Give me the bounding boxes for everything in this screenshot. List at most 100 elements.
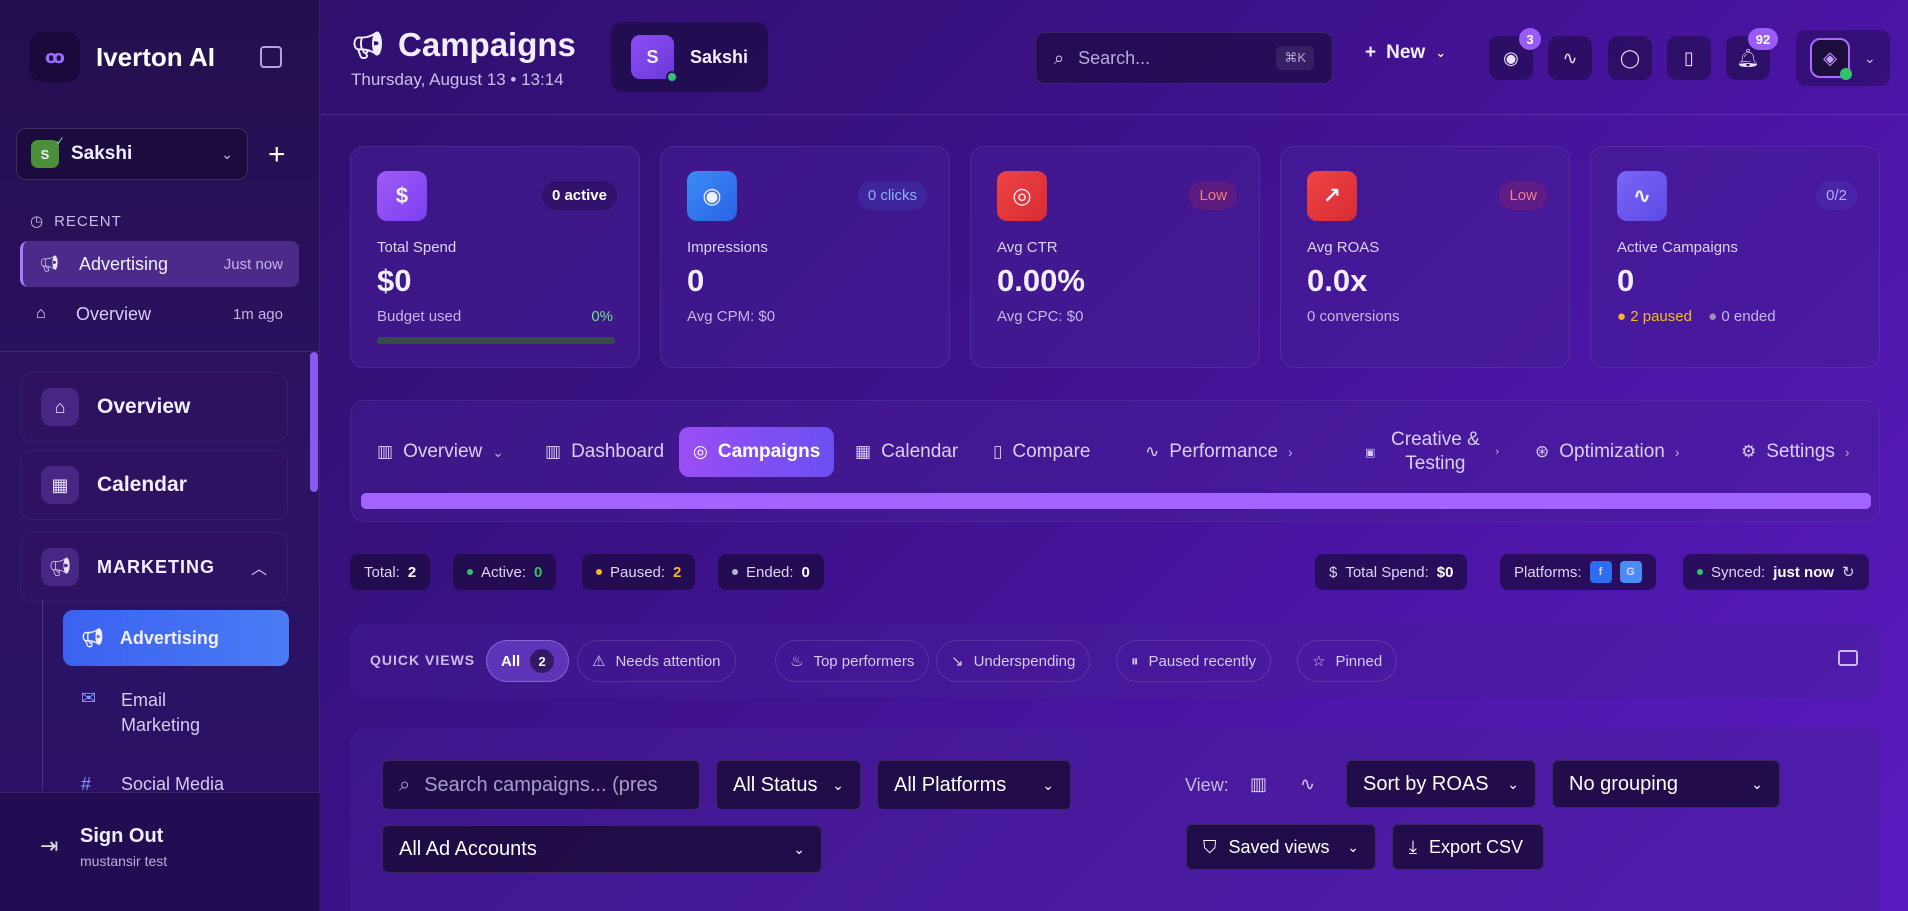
brain-icon: ⊛ [1535, 442, 1550, 461]
campaign-search-input[interactable]: ⌕ Search campaigns... (pres [382, 760, 700, 810]
ad-accounts-select[interactable]: All Ad Accounts ⌄ [382, 825, 822, 873]
chevron-right-icon: › [1495, 446, 1500, 458]
export-csv-label: Export CSV [1428, 836, 1524, 857]
tab-optimization[interactable]: ⊛ Optimization › [1521, 427, 1694, 477]
workspace-selector[interactable]: S ✓ Sakshi ⌄ [16, 128, 248, 180]
plus-icon: + [1365, 42, 1377, 63]
export-csv-button[interactable]: ⤓ Export CSV [1392, 824, 1544, 870]
keyboard-icon[interactable] [1838, 650, 1858, 666]
sidebar-item-calendar[interactable]: ▦ Calendar [20, 450, 288, 520]
sidebar-subitem-advertising[interactable]: 📢︎ Advertising [63, 610, 289, 666]
brand-logo-icon: ꝏ [30, 32, 80, 82]
stat-card-avg-roas: ↗ Low Avg ROAS 0.0x 0 conversions [1280, 146, 1570, 368]
recent-item-overview[interactable]: ⌂ Overview 1m ago [20, 291, 299, 337]
tab-creative-testing[interactable]: ▣ Creative & Testing › [1351, 422, 1513, 482]
stat-value: $0 [377, 263, 412, 298]
sidebar-scrollbar[interactable] [310, 352, 318, 492]
document-icon: ▯ [1684, 47, 1694, 68]
megaphone-icon: 📢︎ [41, 548, 79, 586]
stat-value: 0 [1617, 263, 1635, 298]
stat-label: Avg CTR [997, 239, 1058, 256]
sidebar-subitem-email-marketing[interactable]: ✉ Email Marketing [63, 688, 289, 738]
search-icon: ⌕ [1054, 47, 1065, 68]
quick-view-paused-recently[interactable]: ⏸ Paused recently [1116, 640, 1272, 682]
brand-name: Iverton AI [96, 41, 215, 72]
sidebar-item-overview[interactable]: ⌂ Overview [20, 372, 288, 442]
tab-performance[interactable]: ∿ Performance › [1131, 427, 1307, 477]
trending-up-icon: ↗ [1307, 171, 1357, 221]
tab-calendar[interactable]: ▦ Calendar [841, 427, 972, 477]
global-search-input[interactable]: ⌕ Search... ⌘K [1035, 32, 1333, 84]
image-icon: ▣ [1365, 446, 1376, 459]
pause-circle-icon: ⏸ [1131, 652, 1139, 670]
calendar-icon: ▦ [41, 466, 79, 504]
tab-campaigns[interactable]: ◎ Campaigns [679, 427, 835, 477]
sign-out-label: Sign Out [80, 825, 164, 847]
user-chip[interactable]: S Sakshi [611, 22, 768, 92]
chevron-down-icon: ⌄ [1751, 775, 1763, 792]
tab-overview[interactable]: ▥ Overview ⌄ [363, 427, 518, 477]
quick-view-underspending[interactable]: ↘ Underspending [936, 640, 1091, 682]
search-icon: ⌕ [399, 773, 411, 796]
avatar-initial: S [646, 46, 659, 67]
collapse-sidebar-icon[interactable] [260, 46, 282, 68]
chevron-right-icon: › [1288, 444, 1293, 460]
messages-button[interactable]: ◯ [1608, 36, 1652, 80]
brand[interactable]: ꝏ Iverton AI [30, 32, 215, 82]
quick-view-top-performers[interactable]: ♨ Top performers [775, 640, 930, 682]
recent-item-advertising[interactable]: 📢︎ Advertising Just now [20, 241, 299, 287]
summary-active-label: Active: [481, 563, 527, 581]
search-shortcut: ⌘K [1276, 46, 1314, 70]
grouping-select[interactable]: No grouping ⌄ [1552, 760, 1780, 808]
tab-settings[interactable]: ⚙ Settings › [1727, 427, 1864, 477]
dollar-icon: $ [1329, 563, 1338, 581]
status-select[interactable]: All Status ⌄ [716, 760, 861, 810]
trending-down-icon: ↘ [951, 653, 964, 670]
tab-compare[interactable]: ▯ Compare [979, 427, 1105, 477]
profile-menu[interactable]: ◈ ⌄ [1796, 30, 1890, 86]
sidebar-subitem-label: Advertising [119, 627, 219, 648]
recent-heading-label: RECENT [54, 212, 122, 230]
bar-chart-icon[interactable]: ▥ [1250, 774, 1267, 795]
stat-label: Active Campaigns [1617, 239, 1738, 256]
search-placeholder: Search... [1078, 47, 1151, 68]
chevron-up-icon: ︿ [250, 561, 267, 578]
summary-ended-value: 0 [801, 563, 810, 581]
workspace-name: Sakshi [71, 143, 133, 164]
sidebar-divider [0, 351, 320, 352]
add-workspace-button[interactable]: + [268, 138, 286, 172]
quick-views: QUICK VIEWS All 2 ⚠ Needs attention ♨ To… [350, 624, 1880, 698]
grouping-select-value: No grouping [1569, 772, 1678, 795]
chevron-down-icon: ⌄ [221, 145, 233, 162]
summary-paused-value: 2 [673, 563, 682, 581]
gear-icon: ⚙ [1741, 442, 1757, 461]
tabs-scrollbar[interactable] [361, 493, 1871, 509]
refresh-icon[interactable]: ↻ [1842, 563, 1855, 581]
new-button[interactable]: + New ⌄ [1365, 42, 1446, 64]
notifications-button[interactable]: 🔔︎ 92 [1726, 28, 1778, 80]
summary-spend-value: $0 [1436, 563, 1454, 581]
signed-in-user: mustansir test [80, 853, 168, 869]
activity-button[interactable]: ∿ [1548, 36, 1592, 80]
documents-button[interactable]: ▯ [1667, 36, 1711, 80]
sign-out-button[interactable]: ⇥ Sign Out mustansir test [0, 792, 320, 911]
ai-assistant-button[interactable]: ◉ 3 [1489, 28, 1541, 80]
sidebar-section-marketing[interactable]: 📢︎ MARKETING ︿ [20, 532, 288, 602]
quick-view-needs-attention[interactable]: ⚠ Needs attention [577, 640, 736, 682]
sort-select[interactable]: Sort by ROAS ⌄ [1346, 760, 1536, 808]
verified-check-icon: ✓ [54, 134, 65, 148]
tab-dashboard[interactable]: ▥ Dashboard [531, 427, 678, 477]
status-select-value: All Status [733, 773, 818, 796]
chevron-right-icon: › [1844, 444, 1850, 460]
platforms-select[interactable]: All Platforms ⌄ [877, 760, 1071, 810]
saved-views-button[interactable]: ⛉ Saved views ⌄ [1186, 824, 1376, 870]
budget-percent: 0% [591, 308, 613, 325]
budget-progress-bar [377, 337, 615, 344]
stat-pill: 0/2 [1816, 181, 1857, 210]
tab-label: Dashboard [571, 441, 665, 462]
quick-view-all[interactable]: All 2 [486, 640, 570, 682]
summary-synced[interactable]: Synced: just now ↻ [1683, 554, 1869, 590]
activity-icon[interactable]: ∿ [1300, 774, 1315, 795]
eye-icon: ◉ [687, 171, 737, 221]
quick-view-pinned[interactable]: ☆ Pinned [1297, 640, 1398, 682]
